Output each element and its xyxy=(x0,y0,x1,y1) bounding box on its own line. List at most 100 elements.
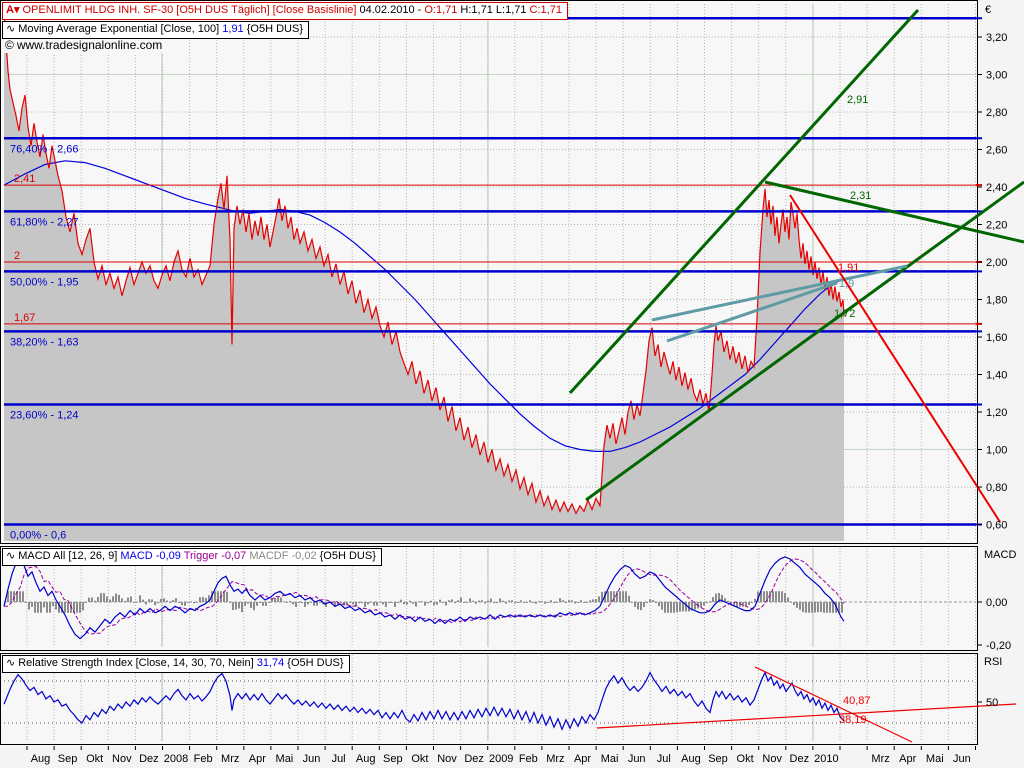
legend-segment: MACDF -0,02 xyxy=(249,550,319,562)
ma-legend[interactable]: ∿Moving Average Exponential [Close, 100]… xyxy=(2,21,309,39)
legend-segment: {O5H DUS} xyxy=(320,550,376,562)
fib-level-label: 23,60% - 1,24 xyxy=(10,410,79,422)
watermark-text: www.tradesignalonline.com xyxy=(17,38,162,52)
time-label: Mrz xyxy=(871,753,889,765)
price-chart[interactable]: 76,40% - 2,6661,80% - 2,2750,00% - 1,953… xyxy=(0,0,1024,545)
legend-segment: {O5H DUS} xyxy=(244,23,303,35)
time-label: Okt xyxy=(737,753,754,765)
time-label: Sep xyxy=(708,753,728,765)
level-label: 2 xyxy=(14,250,20,262)
uptrend-steep-label: 2,91 xyxy=(847,94,868,106)
instrument-icon: A▾ xyxy=(6,4,19,17)
price-tick-label: 3,20 xyxy=(986,32,1007,44)
ma-legend-text: Moving Average Exponential [Close, 100] … xyxy=(18,23,303,35)
price-tick-label: 3,00 xyxy=(986,70,1007,82)
downtrend-green-label: 2,31 xyxy=(850,190,871,202)
macd-axis-title: MACD xyxy=(984,549,1016,561)
fib-level-label: 61,80% - 2,27 xyxy=(10,216,79,228)
legend-segment: 04.02.2010 - xyxy=(356,4,424,16)
rsi-uptrend-label: 38,19 xyxy=(839,714,867,726)
legend-segment: 1,91 xyxy=(222,23,243,35)
indicator-wave-icon: ∿ xyxy=(6,657,15,670)
time-axis[interactable]: Aug Sep Okt Nov Dez 2008 Feb Mrz Apr Mai Jun Jul Aug… xyxy=(0,745,1024,768)
legend-segment: Trigger -0,07 xyxy=(184,550,250,562)
time-label: Jun xyxy=(953,753,971,765)
price-tick-label: 1,00 xyxy=(986,445,1007,457)
fib-level-label: 38,20% - 1,63 xyxy=(10,336,79,348)
macd-tick-label: -0,20 xyxy=(986,640,1011,652)
indicator-wave-icon: ∿ xyxy=(6,550,15,563)
uptrend-shallow-label: 1,72 xyxy=(834,308,855,320)
legend-segment: C:1,71 xyxy=(530,4,562,16)
time-label: Mai xyxy=(601,753,619,765)
legend-segment: MACD -0,09 xyxy=(120,550,183,562)
rsi-axis-title: RSI xyxy=(984,656,1002,668)
chart-window: 76,40% - 2,6661,80% - 2,2750,00% - 1,953… xyxy=(0,0,1024,768)
rsi-downtrend-label: 40,87 xyxy=(843,695,871,707)
time-label: Dez xyxy=(139,753,159,765)
time-label: Okt xyxy=(411,753,428,765)
time-label: Dez xyxy=(790,753,810,765)
time-label: Mai xyxy=(276,753,294,765)
instrument-title: OPENLIMIT HLDG INH. SF-30 [O5H DUS Tägli… xyxy=(22,4,562,16)
indicator-wave-icon: ∿ xyxy=(6,23,15,36)
macd-legend-text: MACD All [12, 26, 9] MACD -0,09 Trigger … xyxy=(18,550,376,562)
legend-segment: Relative Strength Index [Close, 14, 30, … xyxy=(18,657,256,669)
fib-level-label: 76,40% - 2,66 xyxy=(10,143,79,155)
time-label: 2010 xyxy=(814,753,838,765)
fib-level-label: 0,00% - 0,6 xyxy=(10,530,66,542)
time-label: Nov xyxy=(437,753,457,765)
legend-segment: OPENLIMIT HLDG INH. SF-30 [O5H DUS Tägli… xyxy=(22,4,356,16)
time-label: Sep xyxy=(383,753,403,765)
rsi-tick-label: 50 xyxy=(986,697,998,709)
time-label: Mrz xyxy=(546,753,564,765)
legend-segment: 31,74 xyxy=(257,657,285,669)
time-label: 2008 xyxy=(164,753,188,765)
time-label: Jul xyxy=(332,753,346,765)
price-tick-label: 1,40 xyxy=(986,370,1007,382)
price-axis-title: € xyxy=(985,4,991,16)
time-label: Feb xyxy=(519,753,538,765)
time-label: Aug xyxy=(681,753,701,765)
downtrend-red-label: 1,91 xyxy=(838,262,859,274)
price-tick-label: 1,60 xyxy=(986,332,1007,344)
time-label: Jul xyxy=(657,753,671,765)
copyright-icon: © xyxy=(5,39,14,52)
time-label: Okt xyxy=(86,753,103,765)
time-label: Mrz xyxy=(221,753,239,765)
price-tick-label: 2,20 xyxy=(986,220,1007,232)
instrument-legend[interactable]: A▾OPENLIMIT HLDG INH. SF-30 [O5H DUS Täg… xyxy=(2,2,568,20)
legend-segment: O:1,71 xyxy=(424,4,457,16)
time-label: Apr xyxy=(899,753,916,765)
watermark: ©www.tradesignalonline.com xyxy=(3,39,166,53)
legend-segment: Moving Average Exponential [Close, 100] xyxy=(18,23,222,35)
rsi-legend-text: Relative Strength Index [Close, 14, 30, … xyxy=(18,657,343,669)
price-tick-label: 2,40 xyxy=(986,182,1007,194)
legend-segment: {O5H DUS} xyxy=(284,657,343,669)
time-label: Mai xyxy=(926,753,944,765)
time-label: Apr xyxy=(574,753,591,765)
legend-segment: H:1,71 L:1,71 xyxy=(457,4,529,16)
price-tick-label: 0,80 xyxy=(986,482,1007,494)
time-label: Nov xyxy=(762,753,782,765)
time-label: Feb xyxy=(194,753,213,765)
time-label: Sep xyxy=(58,753,78,765)
time-label: Jun xyxy=(303,753,321,765)
price-tick-label: 0,60 xyxy=(986,520,1007,532)
price-tick-label: 2,00 xyxy=(986,257,1007,269)
rsi-legend[interactable]: ∿Relative Strength Index [Close, 14, 30,… xyxy=(2,655,350,673)
macd-tick-label: 0,00 xyxy=(986,597,1007,609)
time-label: 2009 xyxy=(489,753,513,765)
time-label: Aug xyxy=(31,753,51,765)
time-label: Dez xyxy=(464,753,484,765)
time-label: Nov xyxy=(112,753,132,765)
time-label: Apr xyxy=(249,753,266,765)
price-tick-label: 2,60 xyxy=(986,145,1007,157)
level-label: 2,41 xyxy=(14,173,35,185)
price-tick-label: 2,80 xyxy=(986,107,1007,119)
macd-legend[interactable]: ∿MACD All [12, 26, 9] MACD -0,09 Trigger… xyxy=(2,548,382,566)
price-tick-label: 1,20 xyxy=(986,407,1007,419)
legend-segment: MACD All [12, 26, 9] xyxy=(18,550,120,562)
rsi-downtrend[interactable] xyxy=(755,667,912,742)
rsi-uptrend[interactable] xyxy=(597,704,1016,728)
